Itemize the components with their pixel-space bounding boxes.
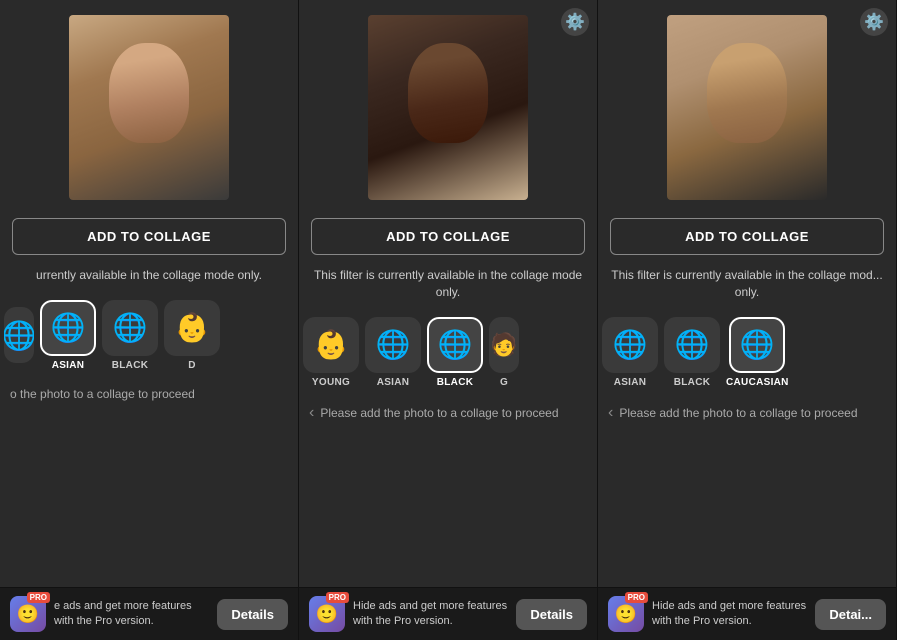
filter-row-2: 👶 YOUNG 🌐 ASIAN 🌐 BLACK 🧑 G [299, 309, 597, 396]
filter-label-black-2: BLACK [437, 377, 474, 388]
filter-label-asian-2: ASIAN [377, 377, 410, 388]
details-button-2[interactable]: Details [516, 599, 587, 630]
add-to-collage-button-3[interactable]: ADD TO COLLAGE [610, 218, 884, 255]
chevron-left-icon-2[interactable]: ‹ [309, 404, 314, 422]
filter-label-black-1: BLACK [112, 360, 149, 371]
filter-label-asian-3: ASIAN [614, 377, 647, 388]
face-silhouette-1 [109, 43, 189, 143]
filter-description-2: This filter is currently available in th… [299, 263, 597, 309]
filter-icon-black-3: 🌐 [664, 317, 720, 373]
filter-item-partial-left-1[interactable]: 🌐 [4, 307, 34, 363]
promo-icon-2: 🙂 PRO [309, 596, 345, 632]
promo-app-icon-3: 🙂 [615, 604, 637, 625]
promo-icon-1: 🙂 PRO [10, 596, 46, 632]
filter-icon-partial: 🌐 [4, 307, 34, 363]
details-button-3[interactable]: Detai... [815, 599, 886, 630]
promo-text-3: Hide ads and get more features with the … [652, 599, 807, 630]
filter-item-asian-2[interactable]: 🌐 ASIAN [365, 317, 421, 388]
photo-area-1 [0, 0, 298, 210]
filter-icon-asian-3: 🌐 [602, 317, 658, 373]
promo-bar-3: 🙂 PRO Hide ads and get more features wit… [598, 587, 896, 640]
details-button-1[interactable]: Details [217, 599, 288, 630]
pro-badge-1: PRO [27, 592, 50, 603]
add-to-collage-button-2[interactable]: ADD TO COLLAGE [311, 218, 585, 255]
gear-button-2[interactable]: ⚙️ [561, 8, 589, 36]
panel-3: ⚙️ ADD TO COLLAGE This filter is current… [598, 0, 897, 640]
face-photo-3 [667, 15, 827, 200]
filter-label-asian-1: ASIAN [52, 360, 85, 371]
face-photo-1 [69, 15, 229, 200]
filter-row-1: 🌐 🌐 ASIAN 🌐 BLACK 👶 D [0, 292, 298, 379]
panel-1: ADD TO COLLAGE urrently available in the… [0, 0, 299, 640]
filter-item-black-2[interactable]: 🌐 BLACK [427, 317, 483, 388]
proceed-bar-3: ‹ Please add the photo to a collage to p… [598, 396, 896, 430]
pro-badge-3: PRO [625, 592, 648, 603]
filter-label-caucasian-3: CAUCASIAN [726, 377, 789, 388]
filter-item-young-2[interactable]: 👶 YOUNG [303, 317, 359, 388]
filter-label-young-2: YOUNG [312, 377, 350, 388]
promo-app-icon-1: 🙂 [17, 604, 39, 625]
face-silhouette-2 [408, 43, 488, 143]
proceed-bar-1: o the photo to a collage to proceed [0, 379, 298, 409]
proceed-bar-2: ‹ Please add the photo to a collage to p… [299, 396, 597, 430]
filter-icon-black-2: 🌐 [427, 317, 483, 373]
filter-icon-g-2: 🧑 [489, 317, 519, 373]
promo-bar-1: 🙂 PRO e ads and get more features with t… [0, 587, 298, 640]
filter-label-g-2: G [500, 377, 508, 388]
filter-row-3: 🌐 ASIAN 🌐 BLACK 🌐 CAUCASIAN [598, 309, 896, 396]
filter-icon-asian-2: 🌐 [365, 317, 421, 373]
filter-description-1: urrently available in the collage mode o… [0, 263, 298, 292]
filter-item-g-2[interactable]: 🧑 G [489, 317, 519, 388]
proceed-text-3: Please add the photo to a collage to pro… [619, 406, 857, 420]
promo-text-2: Hide ads and get more features with the … [353, 599, 508, 630]
filter-item-asian-3[interactable]: 🌐 ASIAN [602, 317, 658, 388]
filter-item-asian-1[interactable]: 🌐 ASIAN [40, 300, 96, 371]
filter-item-black-3[interactable]: 🌐 BLACK [664, 317, 720, 388]
proceed-text-2: Please add the photo to a collage to pro… [320, 406, 558, 420]
add-to-collage-button-1[interactable]: ADD TO COLLAGE [12, 218, 286, 255]
face-photo-2 [368, 15, 528, 200]
filter-icon-young-2: 👶 [303, 317, 359, 373]
promo-icon-3: 🙂 PRO [608, 596, 644, 632]
photo-area-2: ⚙️ [299, 0, 597, 210]
filter-item-d-1[interactable]: 👶 D [164, 300, 220, 371]
chevron-left-icon-3[interactable]: ‹ [608, 404, 613, 422]
proceed-text-1: o the photo to a collage to proceed [10, 387, 195, 401]
filter-icon-asian-1: 🌐 [40, 300, 96, 356]
filter-icon-d-1: 👶 [164, 300, 220, 356]
filter-icon-caucasian-3: 🌐 [729, 317, 785, 373]
filter-item-caucasian-3[interactable]: 🌐 CAUCASIAN [726, 317, 789, 388]
filter-label-d-1: D [188, 360, 196, 371]
promo-app-icon-2: 🙂 [316, 604, 338, 625]
pro-badge-2: PRO [326, 592, 349, 603]
promo-text-1: e ads and get more features with the Pro… [54, 599, 209, 630]
filter-icon-black-1: 🌐 [102, 300, 158, 356]
photo-area-3: ⚙️ [598, 0, 896, 210]
promo-bar-2: 🙂 PRO Hide ads and get more features wit… [299, 587, 597, 640]
filter-description-3: This filter is currently available in th… [598, 263, 896, 309]
face-silhouette-3 [707, 43, 787, 143]
panel-2: ⚙️ ADD TO COLLAGE This filter is current… [299, 0, 598, 640]
filter-item-black-1[interactable]: 🌐 BLACK [102, 300, 158, 371]
gear-button-3[interactable]: ⚙️ [860, 8, 888, 36]
filter-label-black-3: BLACK [674, 377, 711, 388]
